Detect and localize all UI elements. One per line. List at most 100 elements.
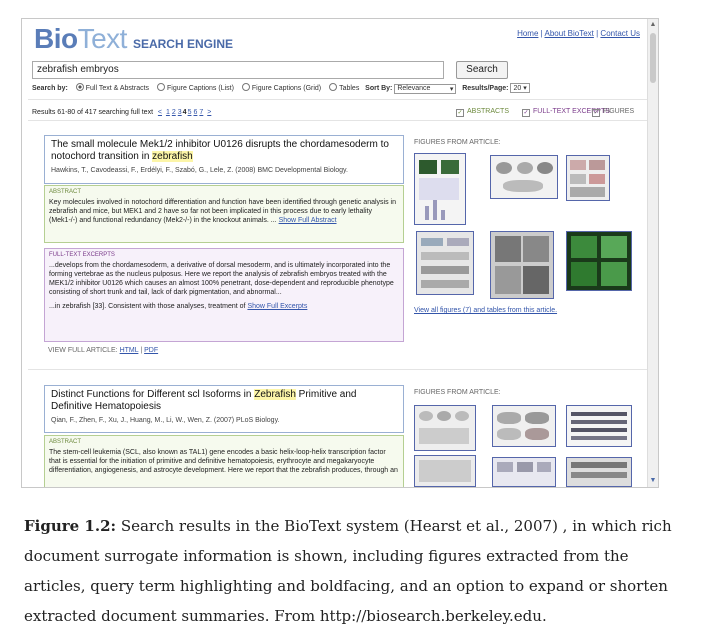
option-full-text-label: Full Text & Abstracts [85,85,150,92]
abstract-text: Key molecules involved in notochord diff… [49,199,396,224]
result-title[interactable]: The small molecule Mek1/2 inhibitor U012… [45,136,403,163]
view-full-article: VIEW FULL ARTICLE: HTML | PDF [48,347,159,354]
per-page-value: 20 [513,85,522,92]
figures-label: FIGURES FROM ARTICLE: [414,389,501,396]
result-title[interactable]: Distinct Functions for Different scl Iso… [45,386,403,413]
figure-thumbnail[interactable] [566,231,632,291]
option-figure-grid-label: Figure Captions (Grid) [251,85,322,92]
figures-toggle[interactable]: ✓ FIGURES [592,108,634,117]
sort-select[interactable]: Relevance ▾ [394,84,457,94]
option-tables-label: Tables [339,85,360,92]
scroll-thumb[interactable] [650,33,656,83]
abstracts-toggle-label: ABSTRACTS [467,108,510,115]
result-authors: Hawkins, T., Cavodeassi, F., Erdélyi, F.… [51,167,348,174]
figure-thumbnail[interactable] [414,405,476,451]
show-full-excerpts-link[interactable]: Show Full Excerpts [247,303,307,310]
pdf-link[interactable]: PDF [144,347,158,354]
scroll-up-arrow-icon[interactable]: ▲ [648,19,658,31]
page-link-1[interactable]: 1 [166,109,170,116]
results-count: Results 61-80 of 417 searching full text [32,109,154,116]
figures-label: FIGURES FROM ARTICLE: [414,139,501,146]
fulltext-excerpts-box: FULL-TEXT EXCERPTS ...develops from the … [44,248,404,342]
abstract-text: The stem-cell leukemia (SCL, also known … [49,449,398,474]
divider [28,99,648,100]
page-current-4: 4 [182,109,187,116]
figure-thumbnail[interactable] [414,455,476,487]
figure-thumbnail[interactable] [490,231,554,299]
radio-full-text[interactable] [75,83,84,91]
top-links: Home | About BioText | Contact Us [517,29,640,38]
next-page-link[interactable]: > [207,109,211,116]
divider [28,120,648,121]
abstract-box: ABSTRACT Key molecules involved in notoc… [44,185,404,243]
option-figure-list-label: Figure Captions (List) [167,85,234,92]
chevron-down-icon: ▾ [449,86,454,93]
page-link-6[interactable]: 6 [193,109,197,116]
show-full-abstract-link[interactable]: Show Full Abstract [279,217,337,224]
figure-thumbnail[interactable] [414,153,466,225]
figures-toggle-label: FIGURES [603,108,635,115]
figure-thumbnail[interactable] [566,405,632,447]
fulltext-label: FULL-TEXT EXCERPTS [49,252,115,258]
figure-thumbnail[interactable] [492,405,556,447]
page-link-7[interactable]: 7 [199,109,203,116]
logo-bio: Bio [34,23,78,54]
abstracts-toggle[interactable]: ✓ ABSTRACTS [456,108,509,117]
caption-label: Figure 1.2: [24,517,117,535]
figure-thumbnail[interactable] [416,231,474,295]
caption-text: Search results in the BioText system (He… [24,517,672,625]
checkbox-checked-icon: ✓ [522,109,530,117]
highlighted-term: zebrafish [152,151,193,162]
fulltext-text: ...develops from the chordamesoderm, a d… [49,262,394,296]
result-title-box: The small molecule Mek1/2 inhibitor U012… [44,135,404,184]
radio-figure-grid[interactable] [241,83,250,91]
checkbox-checked-icon: ✓ [456,109,464,117]
divider [28,369,648,370]
search-by-label: Search by: [32,85,68,92]
figure-caption: Figure 1.2: Search results in the BioTex… [24,511,684,631]
search-options: Search by: Full Text & Abstracts Figure … [32,83,530,94]
search-input[interactable]: zebrafish embryos [32,61,444,79]
results-summary: Results 61-80 of 417 searching full text… [32,109,212,116]
fulltext-text-2: ...in zebrafish [33]. Consistent with th… [49,303,246,310]
sort-value: Relevance [397,85,431,92]
sort-by-label: Sort By: [365,85,393,92]
figure-thumbnail[interactable] [490,155,558,199]
abstract-label: ABSTRACT [49,189,82,195]
view-all-figures-link[interactable]: View all figures (7) and tables from thi… [414,307,557,314]
prev-page-link[interactable]: < [158,109,162,116]
page-link-5[interactable]: 5 [188,109,192,116]
result-title-text: Distinct Functions for Different scl Iso… [51,389,255,400]
radio-figure-list[interactable] [157,83,165,91]
contact-link[interactable]: Contact Us [600,29,640,38]
abstract-label: ABSTRACT [49,439,82,445]
result-title-text: The small molecule Mek1/2 inhibitor U012… [51,139,389,162]
abstract-box: ABSTRACT The stem-cell leukemia (SCL, al… [44,435,404,487]
page-link-2[interactable]: 2 [172,109,176,116]
figure-thumbnail[interactable] [492,457,556,487]
search-button[interactable]: Search [456,61,508,79]
about-link[interactable]: About BioText [545,29,594,38]
html-link[interactable]: HTML [120,347,139,354]
page-link-3[interactable]: 3 [178,109,182,116]
figure-thumbnail[interactable] [566,457,632,487]
logo-subtitle: SEARCH ENGINE [132,37,233,51]
checkbox-checked-icon: ✓ [592,109,600,117]
logo-text: Text [77,23,128,54]
abstract-body: Key molecules involved in notochord diff… [45,198,403,227]
vertical-scrollbar[interactable]: ▲ ▼ [647,19,658,487]
fulltext-body-2: ...in zebrafish [33]. Consistent with th… [45,299,403,313]
result-authors: Qian, F., Zhen, F., Xu, J., Huang, M., L… [51,417,280,424]
view-full-article-label: VIEW FULL ARTICLE: [48,347,118,354]
per-page-label: Results/Page: [462,85,509,92]
per-page-select[interactable]: 20 ▾ [510,83,530,93]
home-link[interactable]: Home [517,29,538,38]
radio-tables[interactable] [329,83,338,91]
highlighted-term: Zebrafish [254,389,296,400]
chevron-down-icon: ▾ [523,85,527,92]
biotext-screenshot: BioText SEARCH ENGINE Home | About BioTex… [21,18,659,488]
scroll-down-arrow-icon[interactable]: ▼ [648,475,658,487]
biotext-logo[interactable]: BioText SEARCH ENGINE [34,23,233,55]
result-title-box: Distinct Functions for Different scl Iso… [44,385,404,433]
figure-thumbnail[interactable] [566,155,610,201]
